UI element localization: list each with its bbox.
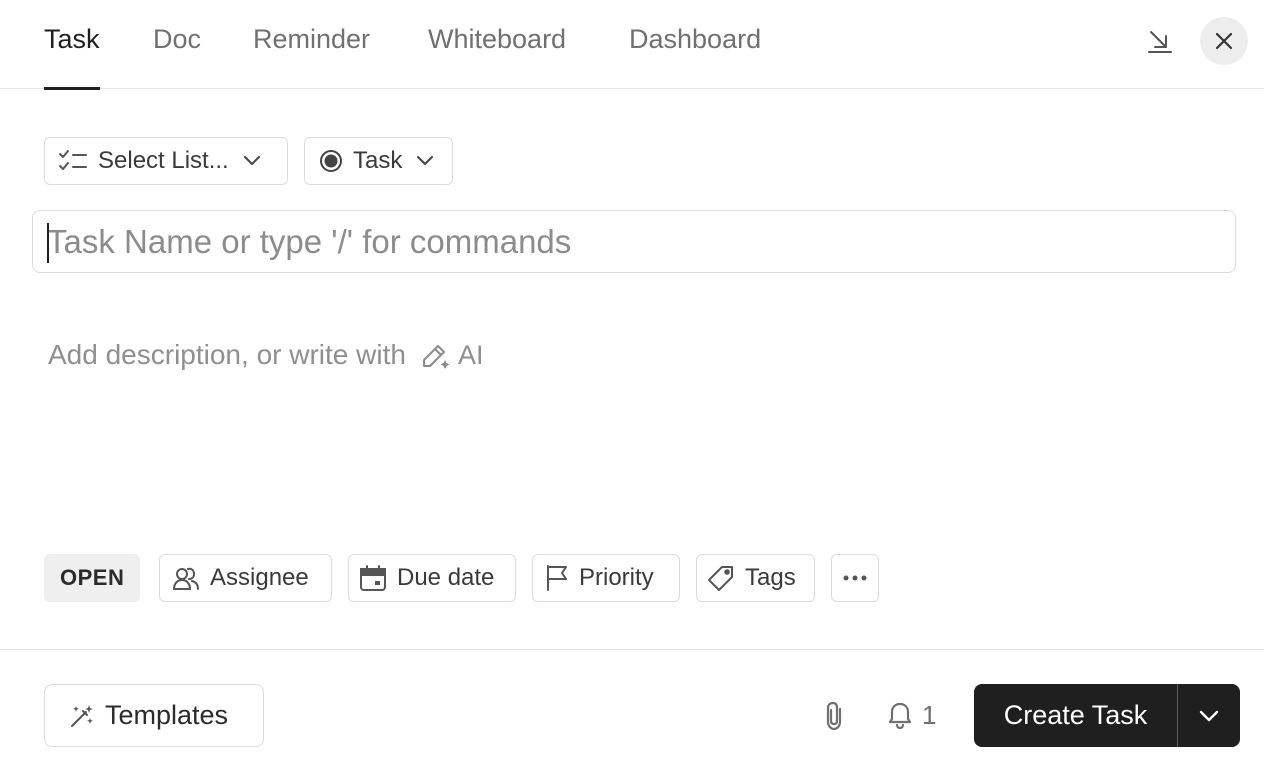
reminders-button[interactable]: 1 — [884, 699, 936, 731]
calendar-icon — [359, 564, 387, 592]
tab-bar: Task Doc Reminder Whiteboard Dashboard — [0, 0, 1264, 90]
due-date-label: Due date — [397, 564, 495, 591]
tab-task[interactable]: Task — [44, 24, 100, 90]
paperclip-icon — [826, 701, 842, 731]
tag-icon — [707, 564, 735, 592]
ellipsis-icon — [842, 574, 868, 582]
attach-button[interactable] — [821, 700, 849, 732]
tab-dashboard[interactable]: Dashboard — [629, 24, 761, 89]
checklist-icon — [58, 149, 88, 173]
tab-reminder[interactable]: Reminder — [253, 24, 370, 89]
chevron-down-icon — [1199, 710, 1219, 721]
bell-icon — [888, 702, 912, 730]
description-area[interactable]: Add description, or write with AI — [48, 337, 483, 373]
create-task-button[interactable]: Create Task — [974, 684, 1177, 747]
users-icon — [172, 565, 200, 591]
tab-whiteboard[interactable]: Whiteboard — [428, 24, 566, 89]
assignee-button[interactable]: Assignee — [159, 554, 332, 602]
priority-button[interactable]: Priority — [532, 554, 680, 602]
magic-wand-icon — [69, 703, 95, 729]
description-placeholder: Add description, or write with — [48, 339, 406, 370]
select-list-label: Select List... — [98, 147, 229, 174]
templates-label: Templates — [105, 700, 229, 730]
status-badge[interactable]: OPEN — [44, 554, 141, 602]
minimize-button[interactable] — [1136, 17, 1184, 65]
status-label: OPEN — [60, 565, 125, 590]
tab-doc[interactable]: Doc — [153, 24, 201, 89]
due-date-button[interactable]: Due date — [348, 554, 516, 602]
more-options-button[interactable] — [831, 554, 879, 602]
write-with-ai-button[interactable]: AI — [420, 339, 484, 371]
task-type-label: Task — [353, 147, 403, 174]
create-task-options-button[interactable] — [1178, 684, 1240, 747]
templates-button[interactable]: Templates — [44, 684, 264, 747]
task-name-input[interactable] — [33, 211, 1235, 272]
close-icon — [1215, 32, 1233, 50]
arrow-down-right-icon — [1148, 31, 1172, 53]
assignee-label: Assignee — [210, 564, 309, 591]
select-list-dropdown[interactable]: Select List... — [44, 137, 288, 185]
close-button[interactable] — [1200, 17, 1248, 65]
tags-button[interactable]: Tags — [696, 554, 815, 602]
chevron-down-icon — [416, 155, 434, 167]
tags-label: Tags — [745, 564, 796, 591]
flag-icon — [545, 564, 569, 592]
create-task-split-button: Create Task — [974, 684, 1240, 747]
ai-label: AI — [457, 339, 484, 370]
reminder-count: 1 — [922, 699, 937, 730]
text-caret — [47, 223, 49, 263]
priority-label: Priority — [579, 564, 654, 591]
footer-divider — [0, 649, 1264, 650]
chevron-down-icon — [243, 155, 261, 167]
task-type-dropdown[interactable]: Task — [304, 137, 453, 185]
radio-dot-icon — [319, 149, 343, 173]
ai-pencil-icon — [422, 345, 450, 369]
task-name-field — [32, 210, 1236, 273]
